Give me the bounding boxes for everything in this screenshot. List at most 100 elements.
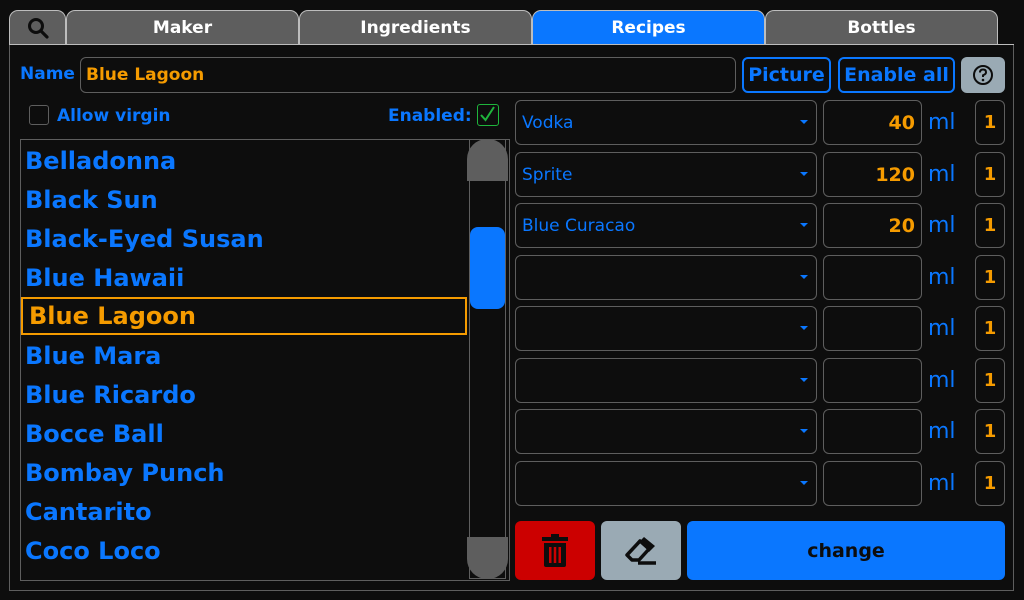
priority-value: 1 bbox=[983, 421, 997, 442]
help-circle-icon bbox=[973, 65, 993, 85]
amount-value: 20 bbox=[888, 214, 915, 237]
unit-label: ml bbox=[928, 419, 956, 444]
priority-value: 1 bbox=[983, 164, 997, 185]
ingredient-select[interactable]: Blue Curacao bbox=[515, 203, 817, 248]
amount-input[interactable] bbox=[823, 461, 922, 506]
enable-all-button-label: Enable all bbox=[844, 64, 949, 86]
list-item[interactable]: Blue Hawaii bbox=[25, 259, 184, 297]
amount-value: 120 bbox=[875, 163, 915, 186]
priority-button[interactable]: 1 bbox=[975, 100, 1005, 145]
dropdown-arrow-icon bbox=[800, 378, 808, 382]
tab-recipes[interactable]: Recipes bbox=[532, 10, 765, 44]
change-button-label: change bbox=[807, 539, 885, 562]
tab-bottles[interactable]: Bottles bbox=[765, 10, 998, 44]
list-item[interactable]: Coco Loco bbox=[25, 532, 161, 570]
priority-value: 1 bbox=[983, 473, 997, 494]
tab-bottles-label: Bottles bbox=[847, 17, 916, 38]
tab-ingredients[interactable]: Ingredients bbox=[299, 10, 532, 44]
ingredient-name: Blue Curacao bbox=[522, 215, 636, 236]
unit-label: ml bbox=[928, 471, 956, 496]
amount-input[interactable] bbox=[823, 306, 922, 351]
tab-ingredients-label: Ingredients bbox=[360, 17, 471, 38]
list-item[interactable]: Belladonna bbox=[25, 142, 176, 180]
enabled-label: Enabled: bbox=[388, 106, 472, 126]
name-value: Blue Lagoon bbox=[86, 65, 205, 85]
scrollbar-thumb[interactable] bbox=[470, 227, 505, 309]
tab-search[interactable] bbox=[9, 10, 66, 44]
priority-button[interactable]: 1 bbox=[975, 461, 1005, 506]
tab-maker[interactable]: Maker bbox=[66, 10, 299, 44]
amount-input[interactable] bbox=[823, 358, 922, 403]
priority-button[interactable]: 1 bbox=[975, 255, 1005, 300]
priority-value: 1 bbox=[983, 215, 997, 236]
ingredient-select[interactable] bbox=[515, 255, 817, 300]
allow-virgin-label: Allow virgin bbox=[57, 106, 171, 126]
priority-value: 1 bbox=[983, 318, 997, 339]
ingredient-select[interactable] bbox=[515, 358, 817, 403]
checkmark-icon bbox=[480, 106, 495, 122]
dropdown-arrow-icon bbox=[800, 429, 808, 433]
dropdown-arrow-icon bbox=[800, 223, 808, 227]
dropdown-arrow-icon bbox=[800, 326, 808, 330]
list-item-selected[interactable]: Blue Lagoon bbox=[21, 297, 467, 335]
dropdown-arrow-icon bbox=[800, 481, 808, 485]
unit-label: ml bbox=[928, 213, 956, 238]
priority-button[interactable]: 1 bbox=[975, 358, 1005, 403]
enabled-checkbox[interactable] bbox=[477, 104, 499, 126]
eraser-icon bbox=[625, 536, 656, 565]
change-button[interactable]: change bbox=[687, 521, 1005, 580]
name-label: Name bbox=[20, 64, 75, 84]
ingredient-select[interactable]: Vodka bbox=[515, 100, 817, 145]
list-item[interactable]: Blue Mara bbox=[25, 337, 161, 375]
priority-value: 1 bbox=[983, 112, 997, 133]
ingredient-name: Vodka bbox=[522, 112, 574, 133]
priority-value: 1 bbox=[983, 267, 997, 288]
unit-label: ml bbox=[928, 162, 956, 187]
list-item[interactable]: Bocce Ball bbox=[25, 415, 164, 453]
unit-label: ml bbox=[928, 110, 956, 135]
delete-button[interactable] bbox=[515, 521, 595, 580]
tab-maker-label: Maker bbox=[152, 17, 213, 38]
scroll-down-button[interactable] bbox=[467, 537, 508, 579]
amount-input[interactable]: 120 bbox=[823, 152, 922, 197]
dropdown-arrow-icon bbox=[800, 120, 808, 124]
amount-input[interactable]: 20 bbox=[823, 203, 922, 248]
priority-button[interactable]: 1 bbox=[975, 306, 1005, 351]
ingredient-select[interactable]: Sprite bbox=[515, 152, 817, 197]
amount-input[interactable] bbox=[823, 255, 922, 300]
picture-button-label: Picture bbox=[748, 64, 825, 86]
trash-icon bbox=[542, 533, 568, 567]
dropdown-arrow-icon bbox=[800, 275, 808, 279]
tab-recipes-label: Recipes bbox=[611, 17, 686, 38]
priority-value: 1 bbox=[983, 370, 997, 391]
unit-label: ml bbox=[928, 316, 956, 341]
ingredient-select[interactable] bbox=[515, 461, 817, 506]
priority-button[interactable]: 1 bbox=[975, 152, 1005, 197]
list-item[interactable]: Bombay Punch bbox=[25, 454, 225, 492]
enable-all-button[interactable]: Enable all bbox=[838, 57, 955, 93]
picture-button[interactable]: Picture bbox=[742, 57, 831, 93]
scrollbar-track[interactable] bbox=[469, 139, 506, 579]
amount-input[interactable]: 40 bbox=[823, 100, 922, 145]
allow-virgin-checkbox[interactable] bbox=[29, 105, 49, 125]
priority-button[interactable]: 1 bbox=[975, 203, 1005, 248]
help-button[interactable] bbox=[961, 57, 1005, 93]
recipe-list[interactable]: Belladonna Black Sun Black-Eyed Susan Bl… bbox=[20, 139, 510, 581]
search-icon bbox=[27, 17, 49, 39]
list-item[interactable]: Blue Ricardo bbox=[25, 376, 196, 414]
list-item[interactable]: Black-Eyed Susan bbox=[25, 220, 264, 258]
list-item[interactable]: Black Sun bbox=[25, 181, 158, 219]
ingredient-select[interactable] bbox=[515, 306, 817, 351]
unit-label: ml bbox=[928, 265, 956, 290]
scroll-up-button[interactable] bbox=[467, 139, 508, 181]
priority-button[interactable]: 1 bbox=[975, 409, 1005, 454]
ingredient-select[interactable] bbox=[515, 409, 817, 454]
clear-button[interactable] bbox=[601, 521, 681, 580]
dropdown-arrow-icon bbox=[800, 172, 808, 176]
unit-label: ml bbox=[928, 368, 956, 393]
list-item[interactable]: Cantarito bbox=[25, 493, 152, 531]
amount-input[interactable] bbox=[823, 409, 922, 454]
list-scrollbar[interactable] bbox=[467, 139, 508, 581]
name-input[interactable]: Blue Lagoon bbox=[80, 57, 736, 93]
amount-value: 40 bbox=[888, 111, 915, 134]
